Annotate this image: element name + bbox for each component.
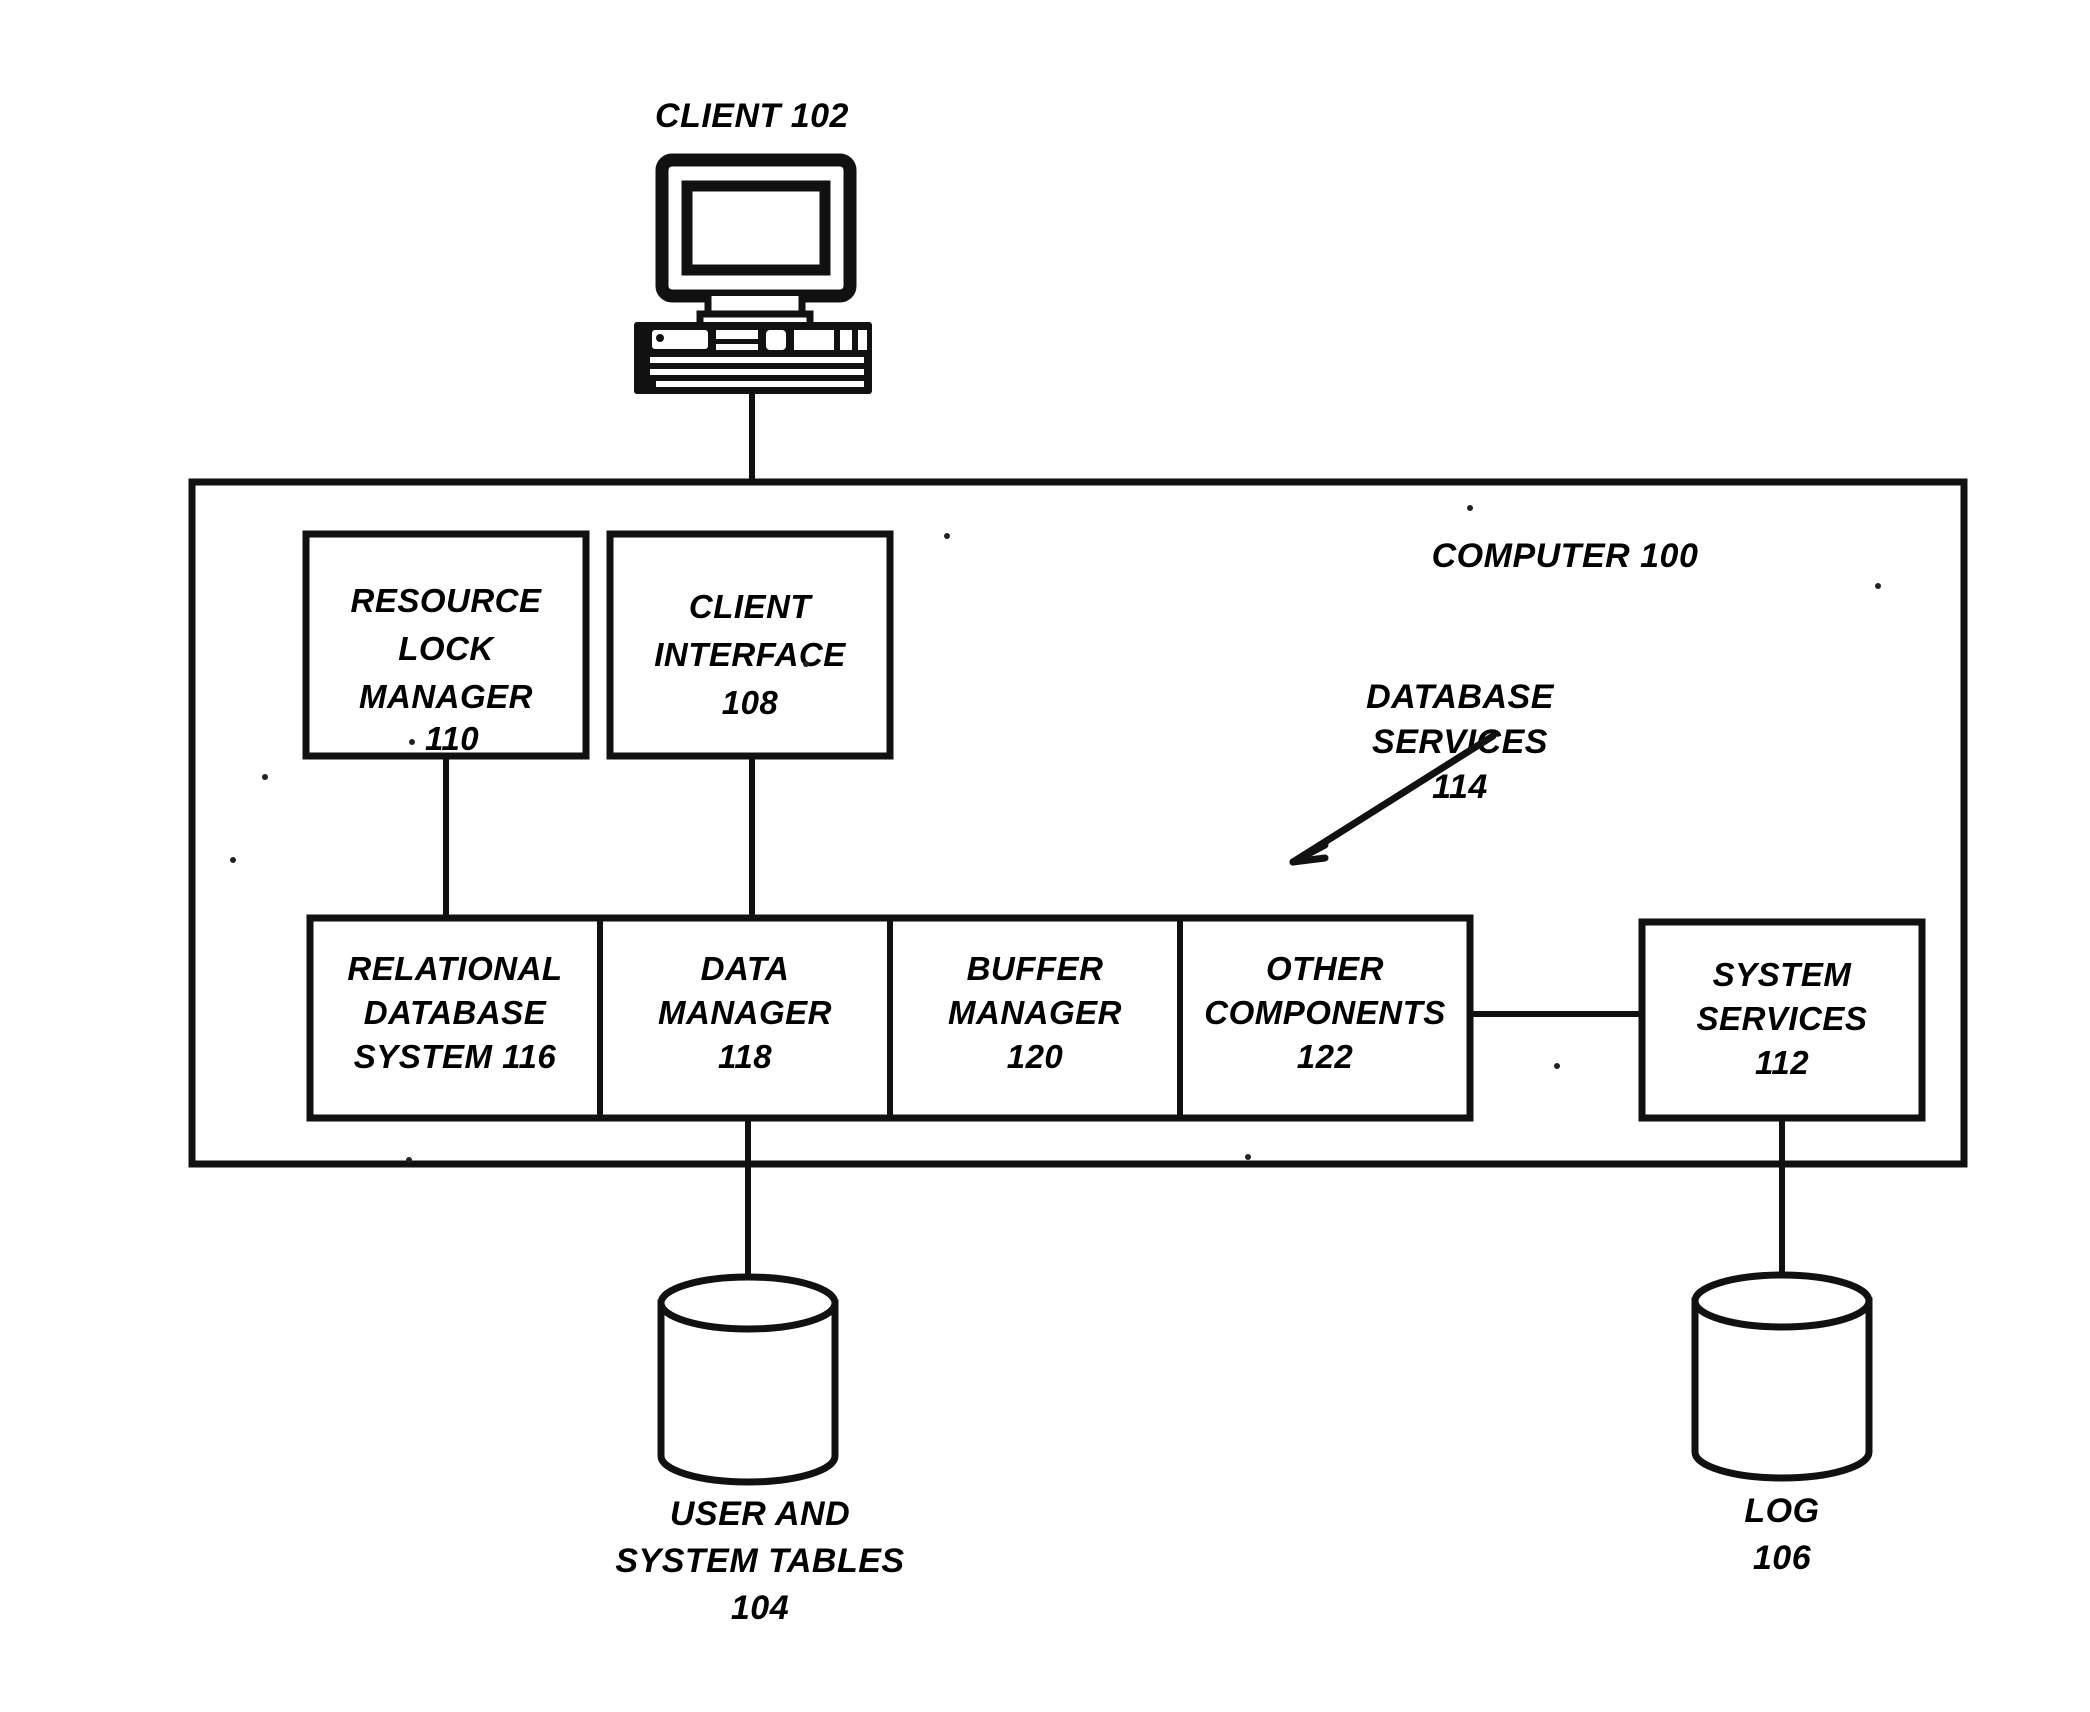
- system-services-line-1: SYSTEM: [1713, 956, 1853, 993]
- client-interface-line-1: CLIENT: [689, 588, 814, 625]
- client-interface-line-2: INTERFACE: [654, 636, 846, 673]
- resource-lock-manager-line-2: LOCK: [398, 630, 495, 667]
- tables-label-line-3: 104: [731, 1589, 789, 1627]
- client-interface-box[interactable]: CLIENT INTERFACE 108: [606, 530, 894, 760]
- data-manager-line-1: DATA: [701, 950, 790, 987]
- other-components-line-1: OTHER: [1266, 950, 1384, 987]
- database-services-row: RELATIONAL DATABASE SYSTEM 116 DATA MANA…: [306, 914, 1474, 1122]
- tables-label-line-2: SYSTEM TABLES: [615, 1542, 904, 1580]
- rdbms-line-1: RELATIONAL: [347, 950, 562, 987]
- log-cylinder[interactable]: [1691, 1271, 1873, 1482]
- user-and-system-tables-cylinder[interactable]: [657, 1273, 839, 1486]
- resource-lock-manager-box[interactable]: RESOURCE LOCK MANAGER 110: [302, 530, 590, 760]
- system-services-line-2: SERVICES: [1697, 1000, 1868, 1037]
- system-unit-base: [634, 322, 872, 394]
- patent-figure: CLIENT 102 COMPUTER 100 RESOURCE LOCK MA…: [0, 0, 2090, 1712]
- other-components-line-3: 122: [1297, 1038, 1354, 1075]
- database-services-line-3: 114: [1432, 768, 1488, 806]
- log-label-line-2: 106: [1753, 1539, 1812, 1577]
- system-services-line-3: 112: [1755, 1044, 1809, 1081]
- rdbms-line-3: SYSTEM 116: [354, 1038, 557, 1075]
- buffer-manager-line-2: MANAGER: [948, 994, 1122, 1031]
- resource-lock-manager-line-4: 110: [425, 720, 479, 757]
- other-components-line-2: COMPONENTS: [1204, 994, 1446, 1031]
- client-interface-line-3: 108: [722, 684, 779, 721]
- system-services-box[interactable]: SYSTEM SERVICES 112: [1638, 918, 1926, 1122]
- log-label: LOG 106: [1744, 1492, 1819, 1577]
- computer-label: COMPUTER 100: [1432, 537, 1699, 575]
- data-manager-line-3: 118: [718, 1038, 772, 1075]
- log-label-line-1: LOG: [1744, 1492, 1819, 1530]
- data-manager-line-2: MANAGER: [658, 994, 832, 1031]
- rdbms-line-2: DATABASE: [364, 994, 547, 1031]
- user-and-system-tables-label: USER AND SYSTEM TABLES 104: [615, 1495, 904, 1627]
- resource-lock-manager-line-1: RESOURCE: [350, 582, 542, 619]
- diagram-canvas: CLIENT 102 COMPUTER 100 RESOURCE LOCK MA…: [188, 97, 1968, 1627]
- buffer-manager-line-3: 120: [1007, 1038, 1064, 1075]
- buffer-manager-line-1: BUFFER: [967, 950, 1104, 987]
- relational-database-system-box[interactable]: RELATIONAL DATABASE SYSTEM 116: [347, 950, 562, 1075]
- tables-label-line-1: USER AND: [670, 1495, 850, 1533]
- database-services-line-1: DATABASE: [1366, 678, 1555, 716]
- desktop-computer-icon: [634, 153, 872, 394]
- resource-lock-manager-line-3: MANAGER: [359, 678, 533, 715]
- client-label: CLIENT 102: [655, 97, 849, 135]
